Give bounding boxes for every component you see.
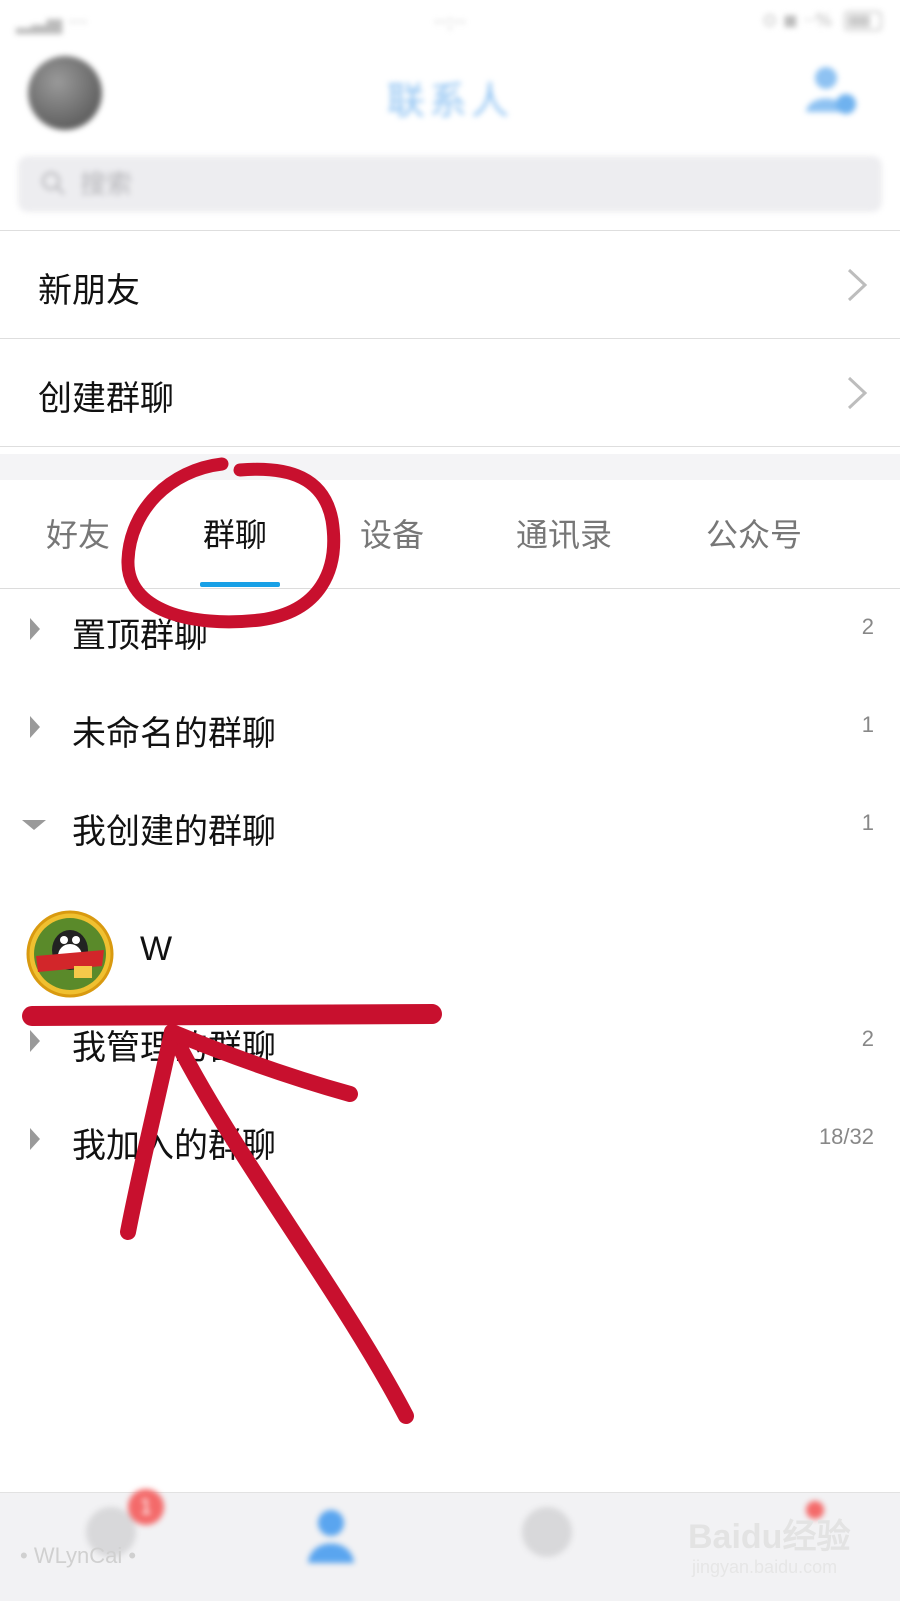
contacts-icon: [308, 1510, 354, 1563]
unread-badge: 1: [128, 1489, 164, 1525]
menu-label: 新朋友: [38, 271, 140, 311]
group-category-created[interactable]: 我创建的群聊 1: [0, 776, 900, 876]
menu-new-friends[interactable]: 新朋友: [0, 231, 900, 339]
group-category-label: 我加入的群聊: [72, 1126, 276, 1166]
page-title: 联系人: [386, 79, 513, 123]
group-category-joined[interactable]: 我加入的群聊 18/32: [0, 1090, 900, 1190]
group-count: 2: [861, 1026, 874, 1051]
tab-friends[interactable]: 好友: [46, 510, 110, 556]
group-category-label: 未命名的群聊: [72, 714, 276, 754]
battery-icon: [844, 11, 882, 31]
status-bar: ▂▃▅ ··· ··:·· ⊙ ◼ ··%: [0, 0, 900, 44]
group-count: 18/32: [818, 1124, 874, 1149]
menu-create-group[interactable]: 创建群聊: [0, 339, 900, 447]
bottom-tab-bar: 1 • WLynCai • Baidu经验 jingyan.baidu.com: [0, 1489, 900, 1601]
header: 联系人: [0, 44, 900, 144]
chevron-right-icon: [847, 376, 868, 410]
group-category-label: 置顶群聊: [72, 616, 208, 656]
caret-right-icon: [30, 1030, 40, 1052]
caret-right-icon: [30, 618, 40, 640]
chevron-right-icon: [847, 268, 868, 302]
tab-groups[interactable]: 群聊: [203, 510, 267, 556]
search-icon: [41, 171, 65, 195]
watermark-logo: Baidu经验 jingyan.baidu.com: [688, 1509, 878, 1589]
menu-label: 创建群聊: [38, 379, 174, 419]
group-count: 1: [861, 810, 874, 835]
watermark-brand: Baidu经验: [688, 1518, 851, 1556]
chat-name: W: [140, 930, 173, 968]
search-bar[interactable]: [18, 156, 882, 212]
tab-official-accounts[interactable]: 公众号: [706, 510, 802, 556]
contact-tabs: 好友 群聊 设备 通讯录 公众号: [0, 480, 900, 589]
tab-address-book[interactable]: 通讯录: [516, 510, 612, 556]
group-category-pinned[interactable]: 置顶群聊 2: [0, 580, 900, 680]
tabbar-discover[interactable]: [512, 1507, 582, 1587]
divider: [0, 446, 900, 447]
group-category-managed[interactable]: 我管理的群聊 2: [0, 992, 900, 1092]
tabbar-contacts[interactable]: [296, 1507, 366, 1587]
caret-down-icon: [22, 820, 46, 830]
search-input[interactable]: [78, 166, 782, 204]
watermark-user: • WLynCai •: [20, 1543, 137, 1568]
section-gap: [0, 454, 900, 480]
tab-devices[interactable]: 设备: [360, 510, 424, 556]
group-avatar-icon: [26, 910, 114, 998]
group-count: 2: [861, 614, 874, 639]
battery-area: ⊙ ◼ ··%: [762, 10, 882, 31]
discover-icon: [522, 1507, 572, 1557]
group-count: 1: [861, 712, 874, 737]
group-category-label: 我管理的群聊: [72, 1028, 276, 1068]
caret-right-icon: [30, 1128, 40, 1150]
group-category-unnamed[interactable]: 未命名的群聊 1: [0, 678, 900, 778]
caret-right-icon: [30, 716, 40, 738]
watermark-url: jingyan.baidu.com: [692, 1557, 838, 1577]
group-category-label: 我创建的群聊: [72, 812, 276, 852]
add-contact-icon[interactable]: [800, 60, 860, 120]
